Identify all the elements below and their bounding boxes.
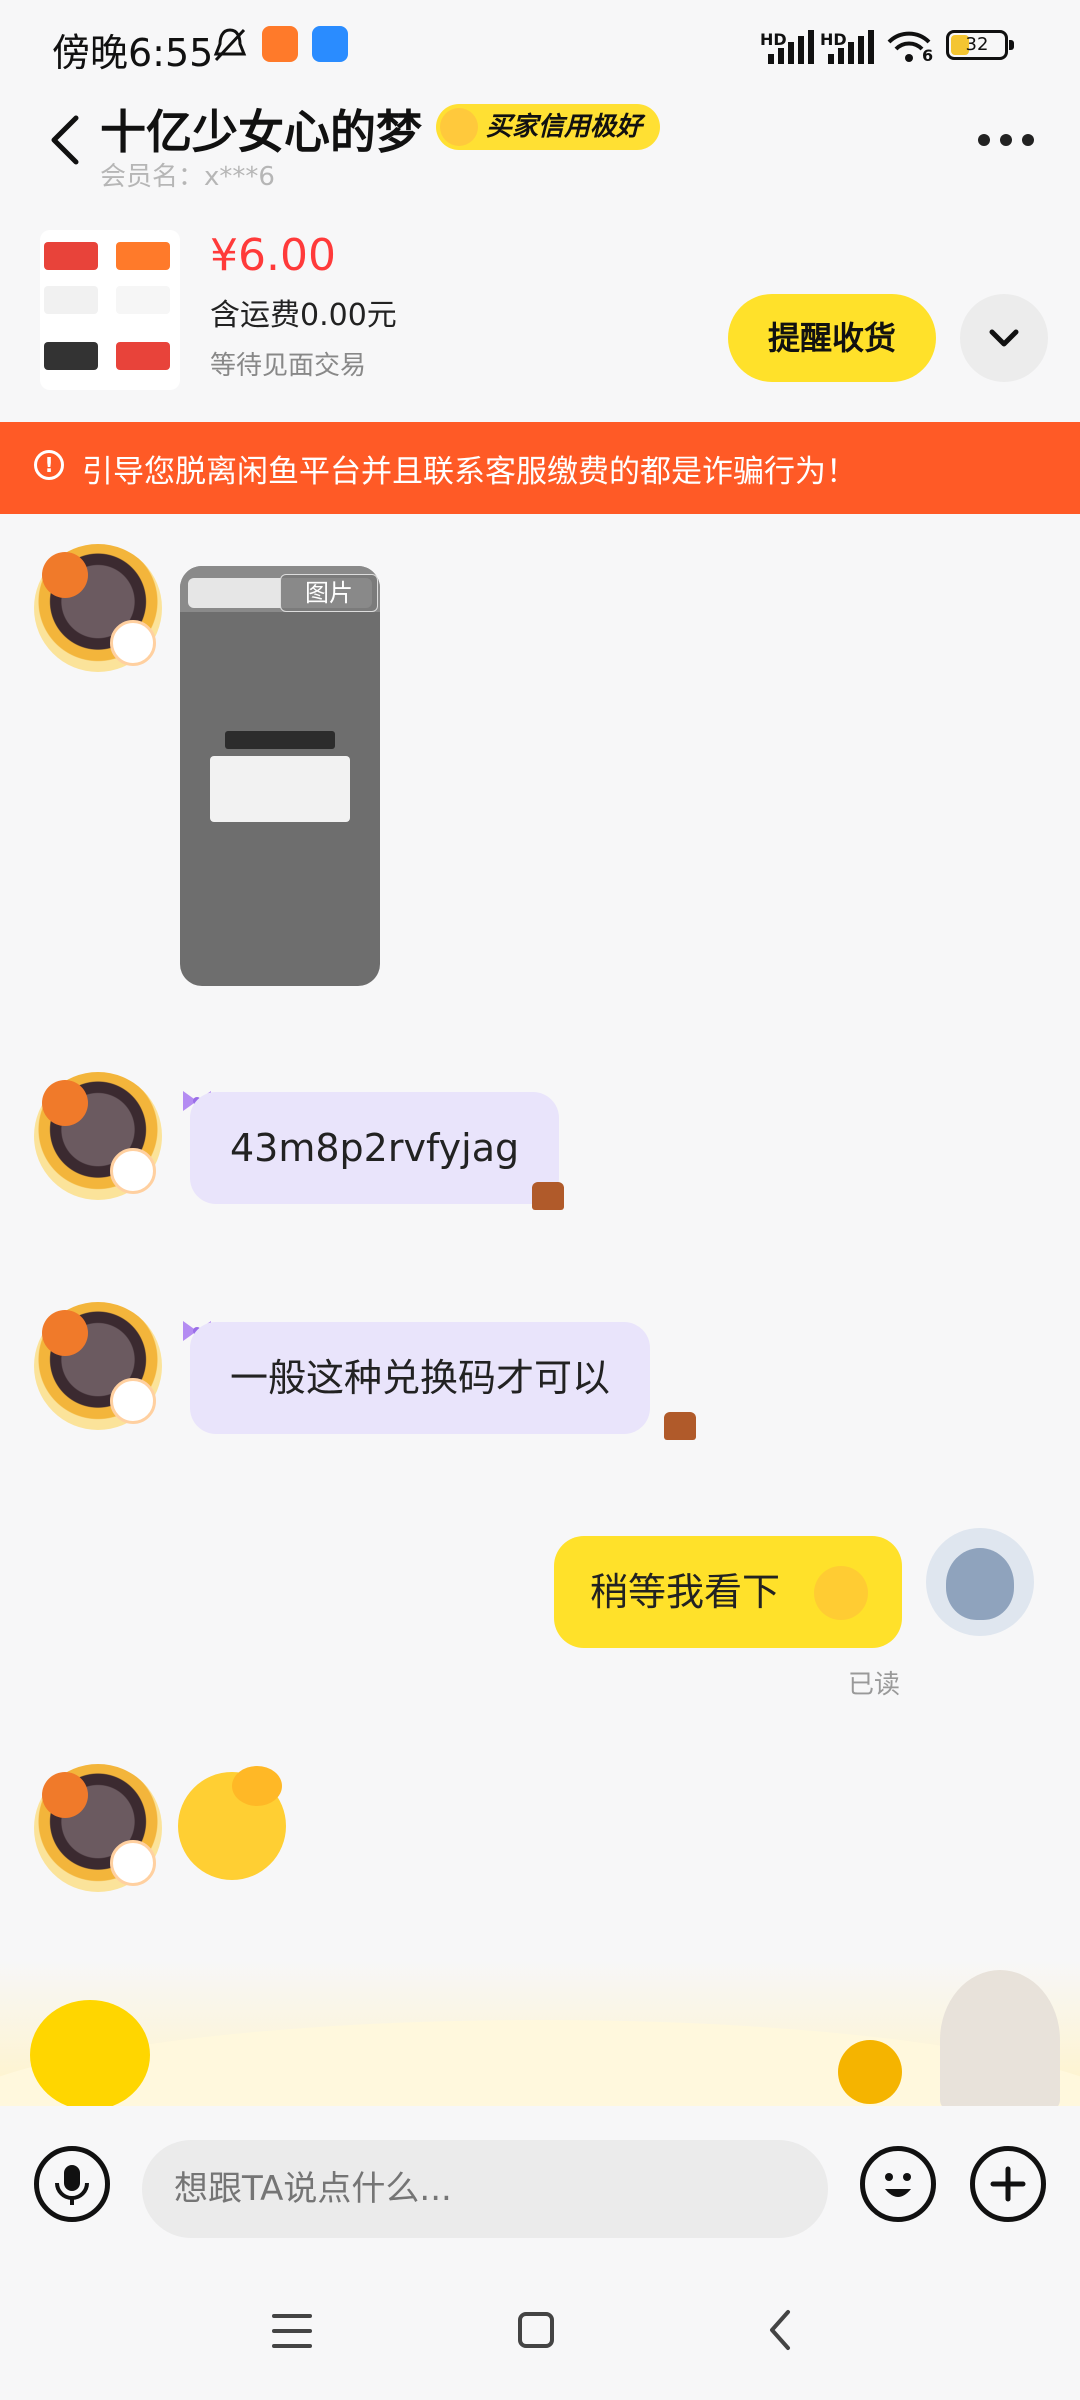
cake-icon [664, 1412, 696, 1440]
message-input[interactable] [142, 2140, 828, 2238]
order-price: ¥6.00 [210, 230, 336, 281]
my-avatar[interactable] [926, 1528, 1034, 1636]
wifi-badge: 6 [922, 46, 934, 65]
expand-button[interactable] [960, 294, 1048, 382]
seller-avatar[interactable] [34, 1072, 162, 1200]
image-message[interactable] [180, 566, 380, 986]
order-card[interactable]: ¥6.00 含运费0.00元 等待见面交易 提醒收货 [0, 210, 1080, 410]
sunflower-icon [838, 2040, 902, 2104]
my-message-text: 稍等我看下 [590, 1570, 781, 1614]
plus-icon [990, 2166, 1026, 2202]
menu-icon[interactable] [272, 2314, 312, 2348]
warning-text: 引导您脱离闲鱼平台并且联系客服缴费的都是诈骗行为！ [82, 454, 857, 490]
chat-header: 十亿少女心的梦 买家信用极好 会员名：x***6 [0, 96, 1080, 196]
seller-avatar[interactable] [34, 544, 162, 672]
read-status: 已读 [848, 1670, 901, 1700]
fraud-warning-banner: ! 引导您脱离闲鱼平台并且联系客服缴费的都是诈骗行为！ [0, 422, 1080, 514]
nav-back-icon[interactable] [766, 2308, 794, 2352]
credit-badge[interactable]: 买家信用极好 [436, 104, 661, 150]
microphone-icon [55, 2165, 89, 2205]
chat-title[interactable]: 十亿少女心的梦 [100, 96, 422, 162]
input-bar [0, 2106, 1080, 2266]
shipping-info: 含运费0.00元 [210, 298, 397, 333]
back-icon[interactable] [44, 110, 88, 170]
member-name: 会员名：x***6 [100, 162, 275, 192]
warning-icon: ! [34, 450, 64, 480]
signal-icon [768, 30, 814, 64]
product-thumbnail[interactable] [40, 230, 180, 390]
mute-bell-icon [213, 28, 247, 62]
message-bubble[interactable]: 43m8p2rvfyjag [190, 1092, 560, 1204]
credit-badge-label: 买家信用极好 [486, 112, 643, 142]
battery-level: 32 [965, 34, 989, 55]
cake-icon [532, 1182, 564, 1210]
more-icon[interactable] [978, 134, 1034, 146]
sunglasses-emoji-icon [440, 108, 478, 146]
mascot-icon [30, 2000, 150, 2106]
decorative-banner [0, 1960, 1080, 2106]
seller-avatar[interactable] [34, 1764, 162, 1892]
order-status: 等待见面交易 [210, 351, 367, 381]
system-navigation-bar [0, 2266, 1080, 2400]
signal-icon-2 [828, 30, 874, 64]
crying-laughing-emoji-icon [814, 1566, 868, 1620]
chevron-down-icon [989, 329, 1019, 347]
ad-person-image [940, 1970, 1060, 2106]
message-bubble[interactable]: 一般这种兑换码才可以 [190, 1322, 651, 1434]
my-message-bubble[interactable]: 稍等我看下 [554, 1536, 902, 1648]
status-time: 傍晚6:55 [52, 31, 214, 75]
status-bar: 傍晚6:55 HD HD 6 32 [0, 0, 1080, 96]
crying-laughing-emoji-icon[interactable] [178, 1766, 286, 1880]
image-label: 图片 [280, 574, 378, 612]
voice-button[interactable] [34, 2146, 110, 2222]
remind-receive-button[interactable]: 提醒收货 [728, 294, 936, 382]
home-icon[interactable] [518, 2312, 554, 2348]
add-button[interactable] [970, 2146, 1046, 2222]
battery-icon: 32 [946, 30, 1014, 60]
emoji-icon [885, 2173, 911, 2197]
seller-avatar[interactable] [34, 1302, 162, 1430]
emoji-button[interactable] [860, 2146, 936, 2222]
app-notification-icon [262, 26, 298, 62]
upload-notification-icon [312, 26, 348, 62]
